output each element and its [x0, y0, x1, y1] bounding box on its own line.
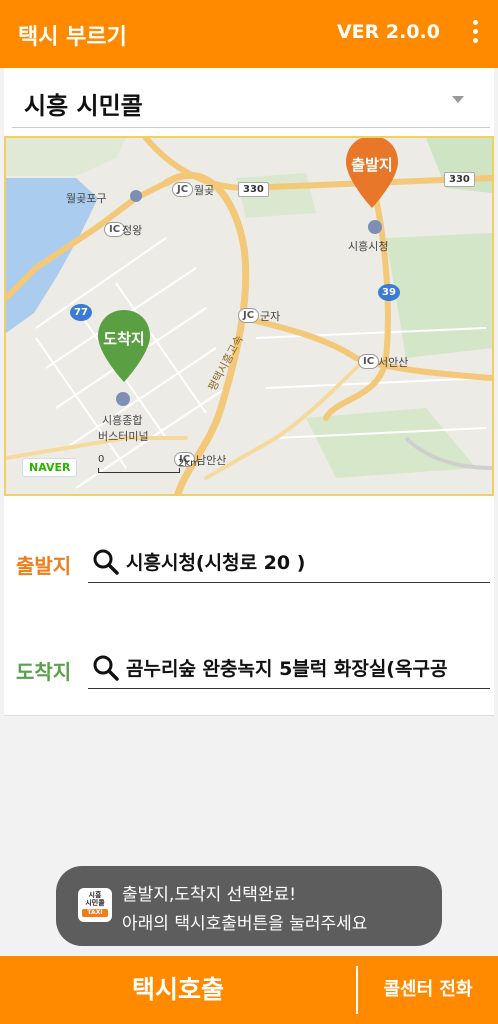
destination-label: 도착지: [16, 660, 72, 684]
poi-wolgotpogu[interactable]: 월곶포구: [66, 190, 106, 206]
app-logo-icon: 시흥 시민콜 TAXI: [78, 888, 112, 922]
call-center-button[interactable]: 콜센터 전화: [358, 956, 498, 1024]
poi-bus-terminal-line1[interactable]: 시흥종합: [102, 412, 142, 428]
toast-message: 시흥 시민콜 TAXI 출발지,도착지 선택완료! 아래의 택시호출버튼을 눌러…: [56, 866, 442, 946]
poi-namansan[interactable]: 남안산: [196, 452, 226, 468]
scale-distance: 2km: [178, 458, 200, 469]
destination-pin-label: 도착지: [103, 330, 145, 348]
toast-line-2: 아래의 택시호출버튼을 눌러주세요: [122, 914, 368, 934]
origin-field[interactable]: 출발지 시흥시청(시청로 20 ): [4, 534, 494, 594]
route-77-badge: 77: [70, 304, 92, 321]
jc-badge-wolgot: JC: [172, 182, 194, 197]
naver-logo: NAVER: [22, 458, 78, 477]
bus-terminal-icon: [116, 392, 130, 406]
app-title: 택시 부르기: [18, 25, 127, 50]
search-icon[interactable]: [92, 654, 120, 682]
landmark-icon: [130, 190, 142, 202]
destination-pin[interactable]: 도착지: [94, 308, 154, 384]
origin-pin[interactable]: 출발지: [342, 138, 402, 210]
poi-wolgot[interactable]: 월곶: [194, 182, 214, 198]
toast-line-1: 출발지,도착지 선택완료!: [122, 885, 297, 905]
poi-gunja[interactable]: 군자: [260, 308, 280, 324]
dropdown-arrow-icon: [452, 96, 464, 103]
jc-badge-gunja: JC: [238, 308, 260, 323]
poi-jeongwang[interactable]: 정왕: [122, 222, 142, 238]
bottom-bar: 택시호출 콜센터 전화: [0, 956, 498, 1024]
poi-city-hall[interactable]: 시흥시청: [348, 238, 388, 254]
more-menu-icon[interactable]: [468, 20, 482, 48]
origin-value[interactable]: 시흥시청(시청로 20 ): [126, 548, 488, 575]
city-hall-icon: [368, 220, 382, 234]
map-view[interactable]: 월곶포구 IC 정왕 JC 월곶 JC 군자 IC 서안산 IC 남안산 시흥시…: [4, 136, 494, 496]
ic-badge-seoansan: IC: [358, 354, 380, 369]
origin-label: 출발지: [16, 554, 72, 578]
version-label: VER 2.0.0: [336, 21, 440, 43]
destination-value[interactable]: 곰누리숲 완충녹지 5블럭 화장실(옥구공: [126, 654, 488, 681]
origin-pin-label: 출발지: [351, 156, 393, 174]
poi-seoansan[interactable]: 서안산: [378, 354, 408, 370]
destination-field[interactable]: 도착지 곰누리숲 완충녹지 5블럭 화장실(옥구공: [4, 640, 494, 700]
call-taxi-button[interactable]: 택시호출: [0, 956, 356, 1024]
poi-bus-terminal-line2[interactable]: 버스터미널: [98, 428, 149, 444]
app-bar: 택시 부르기 VER 2.0.0: [0, 0, 498, 68]
route-330-badge-east: 330: [444, 172, 475, 187]
scale-zero: 0: [98, 454, 105, 465]
route-330-badge: 330: [238, 182, 269, 197]
company-selector[interactable]: 시흥 시민콜: [4, 68, 494, 130]
search-icon[interactable]: [92, 548, 120, 576]
company-selector-value: 시흥 시민콜: [24, 92, 143, 120]
route-39-badge: 39: [378, 284, 400, 301]
